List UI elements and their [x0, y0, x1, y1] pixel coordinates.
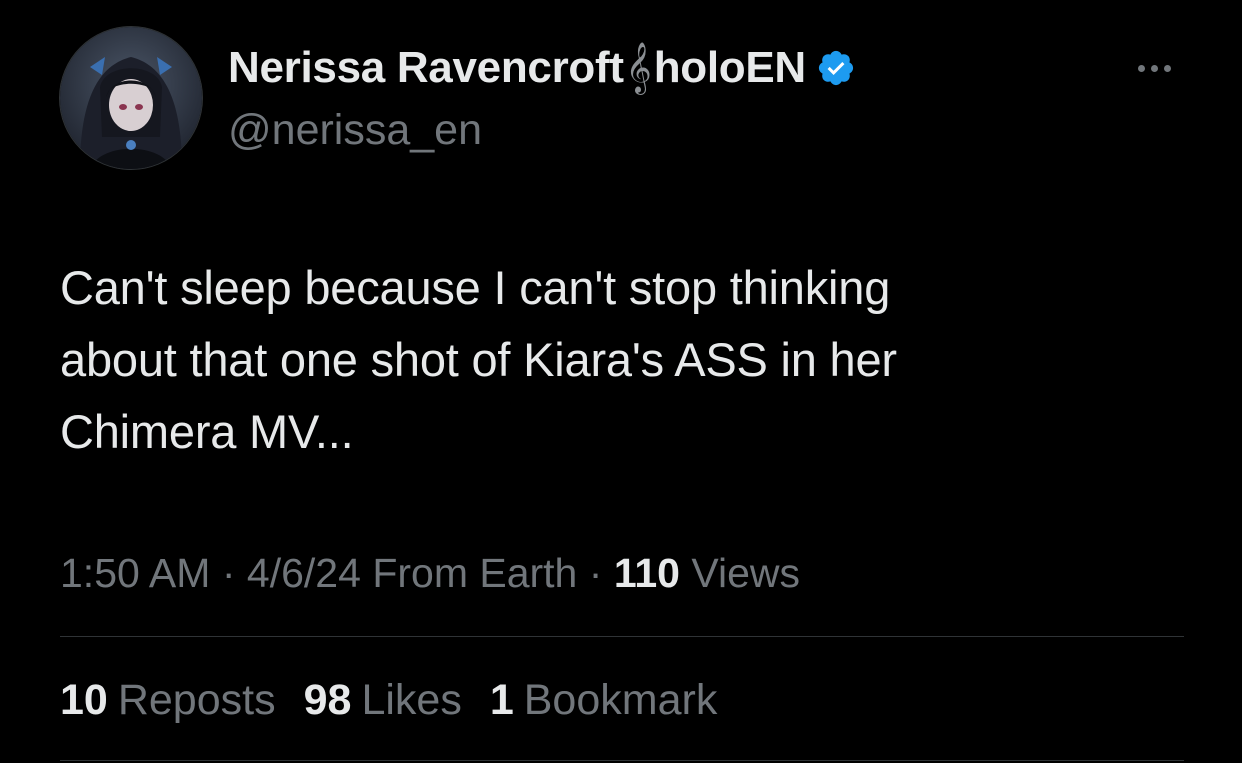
tweet-date[interactable]: 4/6/24: [247, 550, 361, 596]
avatar-image: [60, 27, 202, 169]
more-dot: [1150, 64, 1158, 72]
treble-clef-icon: 𝄞: [625, 42, 652, 93]
tweet-time[interactable]: 1:50 AM: [60, 550, 210, 596]
meta-separator: ·: [588, 550, 603, 596]
divider: [60, 636, 1184, 637]
name-row[interactable]: Nerissa Ravencroft 𝄞 holoEN: [228, 40, 1128, 96]
tweet-text: Can't sleep because I can't stop thinkin…: [60, 261, 897, 458]
bookmarks-label: Bookmark: [523, 676, 718, 724]
views-count[interactable]: 110: [614, 550, 680, 596]
user-info: Nerissa Ravencroft 𝄞 holoEN @nerissa_en: [228, 40, 1128, 156]
reposts-label: Reposts: [117, 676, 276, 724]
user-handle[interactable]: @nerissa_en: [228, 104, 1128, 156]
likes-label: Likes: [361, 676, 462, 724]
reposts-stat[interactable]: 10 Reposts: [60, 672, 276, 728]
tweet-stats: 10 Reposts 98 Likes 1 Bookmark: [60, 672, 717, 728]
bookmarks-stat[interactable]: 1 Bookmark: [490, 672, 718, 728]
tweet-card: Nerissa Ravencroft 𝄞 holoEN @nerissa_en …: [0, 0, 1242, 763]
likes-stat[interactable]: 98 Likes: [304, 672, 462, 728]
display-name[interactable]: Nerissa Ravencroft: [228, 43, 624, 93]
meta-separator: ·: [221, 550, 236, 596]
tweet-meta: 1:50 AM · 4/6/24 From Earth · 110 Views: [60, 545, 800, 601]
views-label[interactable]: Views: [691, 550, 800, 596]
more-dot: [1137, 64, 1145, 72]
more-icon[interactable]: [1128, 48, 1180, 88]
bookmarks-count: 1: [489, 676, 514, 724]
likes-count: 98: [303, 676, 352, 724]
divider: [60, 760, 1184, 761]
avatar[interactable]: [60, 27, 202, 169]
verified-badge-icon[interactable]: [816, 48, 856, 88]
reposts-count: 10: [60, 676, 108, 724]
tweet-location: From Earth: [372, 550, 578, 596]
display-name-suffix[interactable]: holoEN: [654, 43, 806, 93]
more-dot: [1163, 64, 1171, 72]
